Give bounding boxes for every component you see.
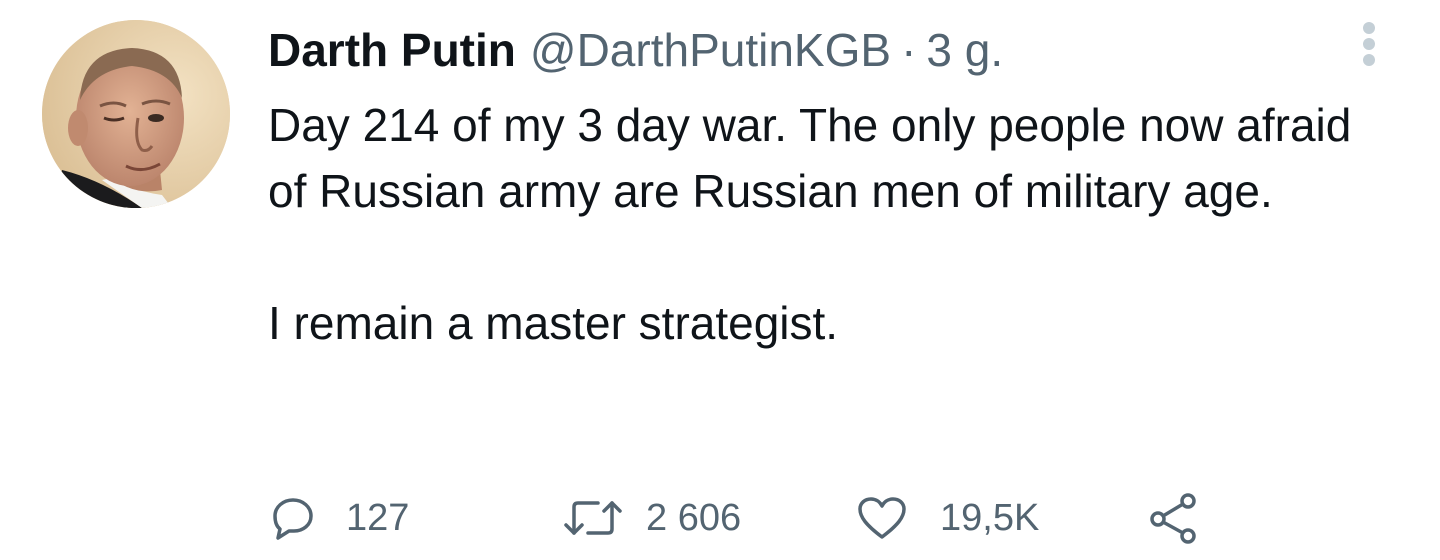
user-handle[interactable]: @DarthPutinKGB [530, 20, 891, 80]
timestamp[interactable]: 3 g. [926, 20, 1003, 80]
tweet-paragraph: I remain a master strategist. [268, 297, 839, 349]
heart-icon [856, 495, 908, 541]
action-bar: 127 2 606 19,5K [270, 490, 1270, 546]
profile-photo-icon [42, 20, 230, 208]
tweet-header: Darth Putin @DarthPutinKGB · 3 g. [268, 20, 1003, 80]
share-button[interactable] [1146, 490, 1202, 546]
tweet-text: Day 214 of my 3 day war. The only people… [268, 92, 1378, 356]
more-options-button[interactable] [1350, 18, 1390, 70]
reply-button[interactable]: 127 [270, 490, 409, 546]
retweet-count: 2 606 [646, 497, 742, 539]
retweet-icon [562, 495, 624, 541]
separator-dot: · [901, 24, 917, 76]
tweet-paragraph: Day 214 of my 3 day war. The only people… [268, 99, 1352, 217]
more-dot-icon [1363, 22, 1375, 34]
tweet[interactable]: Darth Putin @DarthPutinKGB · 3 g. Day 21… [0, 0, 1440, 560]
reply-count: 127 [346, 497, 410, 539]
like-count: 19,5K [940, 497, 1040, 539]
retweet-button[interactable]: 2 606 [562, 490, 741, 546]
share-icon [1146, 492, 1202, 544]
more-dot-icon [1363, 54, 1375, 66]
like-button[interactable]: 19,5K [856, 490, 1039, 546]
avatar[interactable] [42, 20, 230, 208]
more-dot-icon [1363, 38, 1375, 50]
reply-icon [270, 495, 316, 541]
display-name[interactable]: Darth Putin [268, 20, 516, 80]
